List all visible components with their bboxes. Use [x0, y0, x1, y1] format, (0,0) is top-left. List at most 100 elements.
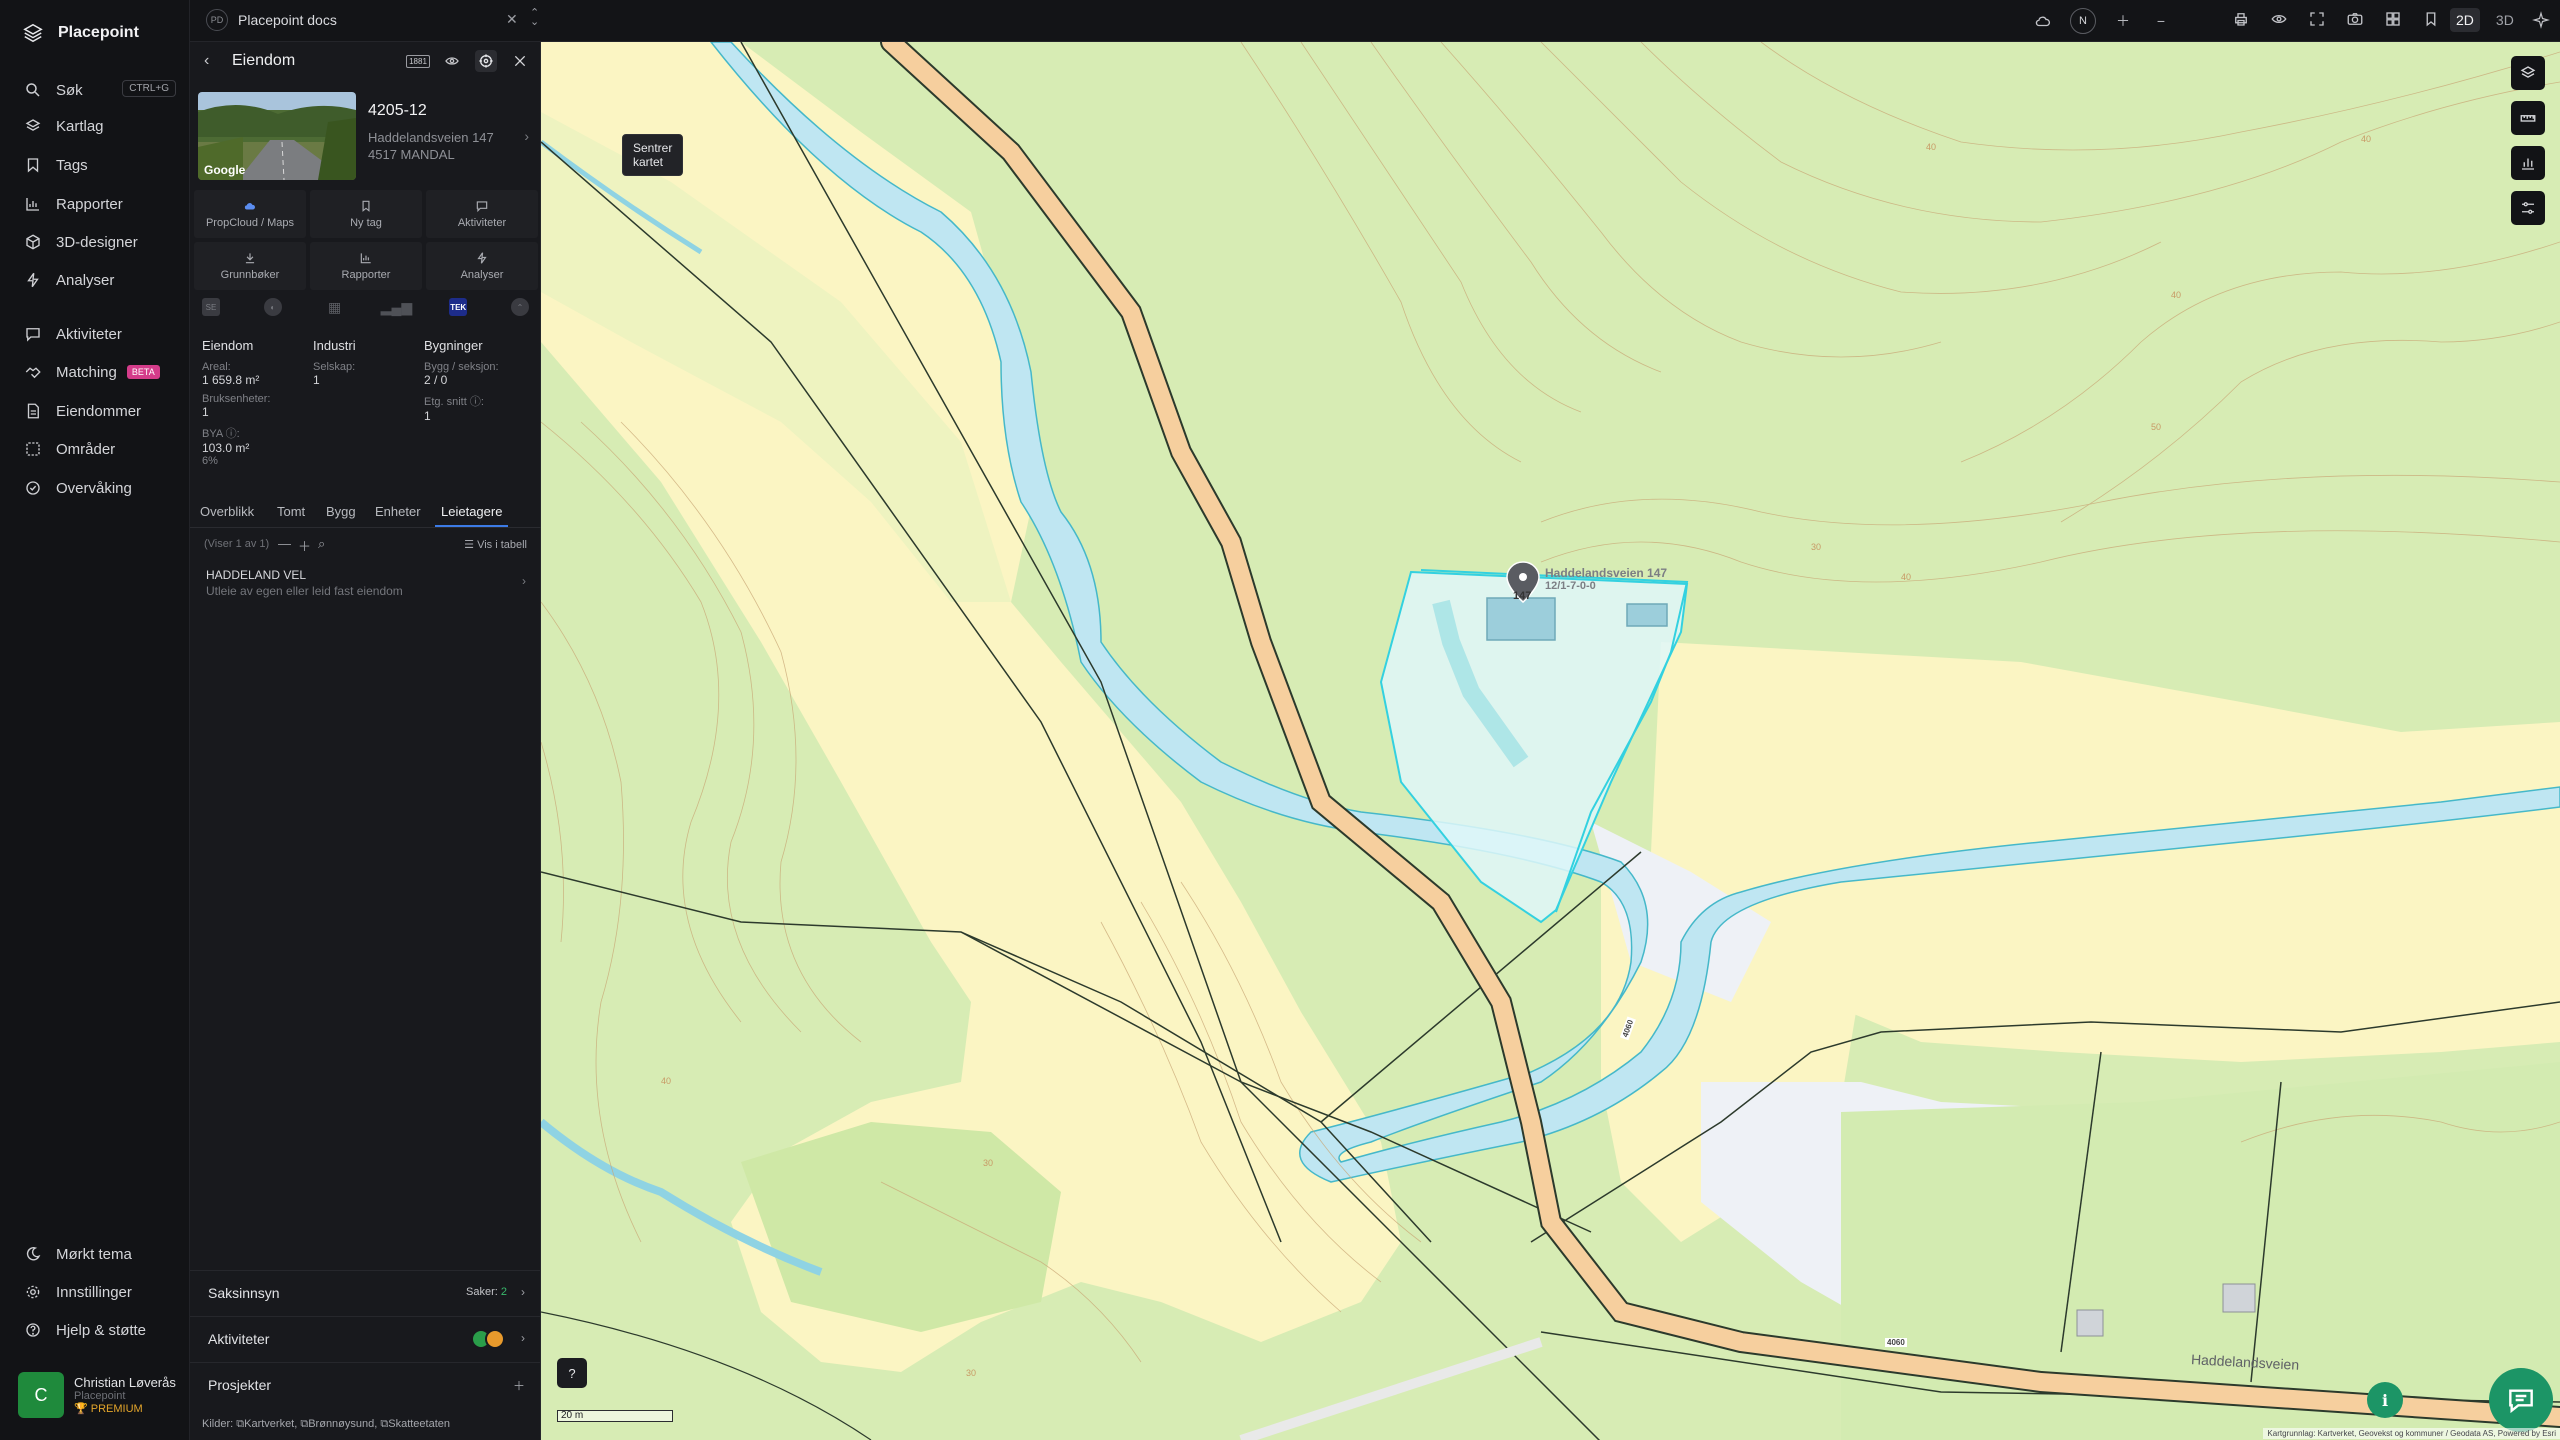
source-globe-icon[interactable]: ◐	[263, 298, 282, 316]
contour-label: 50	[2151, 422, 2162, 432]
nav-item-search[interactable]: Søk CTRL+G	[24, 78, 176, 102]
bookmark-icon[interactable]	[2420, 8, 2442, 30]
nav-item-eiendommer[interactable]: Eiendommer	[24, 399, 176, 423]
fact-value: 1 659.8 m²	[202, 373, 260, 387]
section-title: Prosjekter	[208, 1377, 272, 1393]
source-link[interactable]: ⧉Kartverket,	[236, 1418, 297, 1430]
analyses-button[interactable]: Analyser	[426, 242, 538, 290]
nav-item-help[interactable]: Hjelp & støtte	[24, 1318, 176, 1342]
nav-item-dark-theme[interactable]: Mørkt tema	[24, 1242, 176, 1266]
nav-item-label: Hjelp & støtte	[56, 1321, 147, 1339]
fact-label: Areal:	[202, 361, 231, 373]
info-button[interactable]: i	[2367, 1382, 2403, 1418]
facts-eiendom: Eiendom Areal: 1 659.8 m² Bruksenheter: …	[202, 338, 312, 467]
property-city: 4517 MANDAL	[368, 147, 455, 162]
source-tek-icon[interactable]: TEK	[449, 298, 468, 316]
nav-item-analyser[interactable]: Analyser	[24, 268, 176, 292]
scale-bar: 20 m	[557, 1406, 673, 1422]
grid-icon[interactable]	[2382, 8, 2404, 30]
add-icon[interactable]: ＋	[513, 1377, 525, 1394]
nav-item-rapporter[interactable]: Rapporter	[24, 192, 176, 216]
chevron-right-icon: ›	[524, 128, 529, 144]
chart-button[interactable]	[2511, 146, 2545, 180]
nav-item-aktiviteter[interactable]: Aktiviteter	[24, 322, 176, 346]
back-arrow-icon[interactable]: ‹	[204, 52, 209, 70]
nav-item-matching[interactable]: Matching BETA	[24, 360, 176, 384]
measure-button[interactable]	[2511, 101, 2545, 135]
source-skatteetaten[interactable]: Skatteetaten	[388, 1418, 450, 1430]
zoom-in-icon[interactable]: ＋	[2112, 10, 2134, 32]
section-saksinnsyn[interactable]: Saksinnsyn Saker: 2 ›	[190, 1270, 541, 1314]
nav-item-3d-designer[interactable]: 3D-designer	[24, 230, 176, 254]
source-link[interactable]: ⧉Skatteetaten	[380, 1418, 450, 1430]
cloud-icon	[244, 203, 255, 210]
zoom-out-icon[interactable]: −	[2150, 10, 2172, 32]
chat-support-button[interactable]	[2489, 1368, 2553, 1432]
nav-item-omrader[interactable]: Områder	[24, 437, 176, 461]
contour-label: 30	[983, 1158, 994, 1168]
close-icon[interactable]: ✕	[506, 11, 518, 28]
map-help-button[interactable]: ?	[557, 1358, 587, 1388]
source-kartverket[interactable]: Kartverket,	[244, 1418, 297, 1430]
source-stats-icon[interactable]: ▂▄▆	[381, 298, 412, 316]
add-icon[interactable]: ＋	[298, 536, 311, 555]
nav-item-overvaking[interactable]: Overvåking	[24, 476, 176, 500]
new-tag-button[interactable]: Ny tag	[310, 190, 422, 238]
collapse-icon[interactable]: —	[278, 536, 291, 551]
fact-value: 1	[424, 409, 431, 423]
fact-label: Bygg / seksjon:	[424, 361, 499, 373]
source-link[interactable]: ⧉Brønnøysund,	[300, 1418, 377, 1430]
eye-icon[interactable]	[441, 50, 463, 72]
section-aktiviteter[interactable]: Aktiviteter ›	[190, 1316, 541, 1360]
center-map-button[interactable]	[475, 50, 497, 72]
mode-2d-button[interactable]: 2D	[2450, 8, 2480, 32]
print-icon[interactable]	[2230, 8, 2252, 30]
cloud-layers-icon[interactable]	[2032, 10, 2054, 32]
fact-value: 1	[202, 405, 209, 419]
facts-heading: Bygninger	[424, 338, 483, 353]
panel-header-actions: 1881	[406, 50, 531, 72]
property-summary[interactable]: Google 4205-12 Haddelandsveien 147 4517 …	[198, 92, 533, 184]
tab-tomt[interactable]: Tomt	[277, 504, 305, 519]
reports-button[interactable]: Rapporter	[310, 242, 422, 290]
list-item[interactable]: HADDELAND VEL Utleie av egen eller leid …	[206, 568, 526, 598]
activities-button[interactable]: Aktiviteter	[426, 190, 538, 238]
nav-item-tags[interactable]: Tags	[24, 153, 176, 177]
close-panel-button[interactable]	[509, 50, 531, 72]
streetview-thumbnail[interactable]: Google	[198, 92, 356, 180]
result-count: (Viser 1 av 1)	[204, 538, 270, 550]
map-layers-button[interactable]	[2511, 56, 2545, 90]
tab-enheter[interactable]: Enheter	[375, 504, 421, 519]
tab-overblikk[interactable]: Overblikk	[200, 504, 254, 519]
section-prosjekter[interactable]: Prosjekter ＋	[190, 1362, 541, 1406]
mode-3d-button[interactable]: 3D	[2490, 8, 2520, 32]
user-profile[interactable]: C Christian Løverås Placepoint 🏆 PREMIUM	[18, 1372, 176, 1418]
tab-leietagere[interactable]: Leietagere	[434, 504, 509, 527]
tab-bygg[interactable]: Bygg	[326, 504, 356, 519]
nav-item-settings[interactable]: Innstillinger	[24, 1280, 176, 1304]
compass-rose-icon[interactable]	[2530, 9, 2552, 31]
source-building-icon[interactable]: ▦	[326, 298, 344, 316]
propcloud-button[interactable]: PropCloud / Maps	[194, 190, 306, 238]
fact-value: 2 / 0	[424, 373, 448, 387]
show-in-table-button[interactable]: ☰ Vis i tabell	[464, 538, 527, 551]
fullscreen-icon[interactable]	[2306, 8, 2328, 30]
land-registry-button[interactable]: Grunnbøker	[194, 242, 306, 290]
marker-address[interactable]: Haddelandsveien 147	[1545, 566, 1667, 580]
brand[interactable]: Placepoint	[22, 22, 139, 44]
source-se-icon[interactable]: SE	[202, 298, 220, 316]
compass-button[interactable]: N	[2070, 8, 2096, 34]
panel-title: Eiendom	[232, 52, 296, 69]
workspace-selector[interactable]: PD Placepoint docs ✕ ⌃ ⌄	[206, 8, 539, 31]
map-settings-button[interactable]	[2511, 191, 2545, 225]
1881-button[interactable]: 1881	[406, 50, 430, 72]
map-canvas[interactable]: 147 Haddelandsveien 147 12/1-7-0-0 Hadde…	[541, 42, 2560, 1440]
camera-icon[interactable]	[2344, 8, 2366, 30]
nav-item-kartlag[interactable]: Kartlag	[24, 114, 176, 138]
source-bronnoysund[interactable]: Brønnøysund,	[308, 1418, 377, 1430]
source-more-icon[interactable]: ⌃	[510, 298, 529, 316]
chevron-updown-icon[interactable]: ⌃ ⌄	[530, 8, 539, 28]
search-icon[interactable]: ⌕	[318, 536, 325, 552]
eye-icon[interactable]	[2268, 8, 2290, 30]
download-icon	[245, 253, 255, 264]
